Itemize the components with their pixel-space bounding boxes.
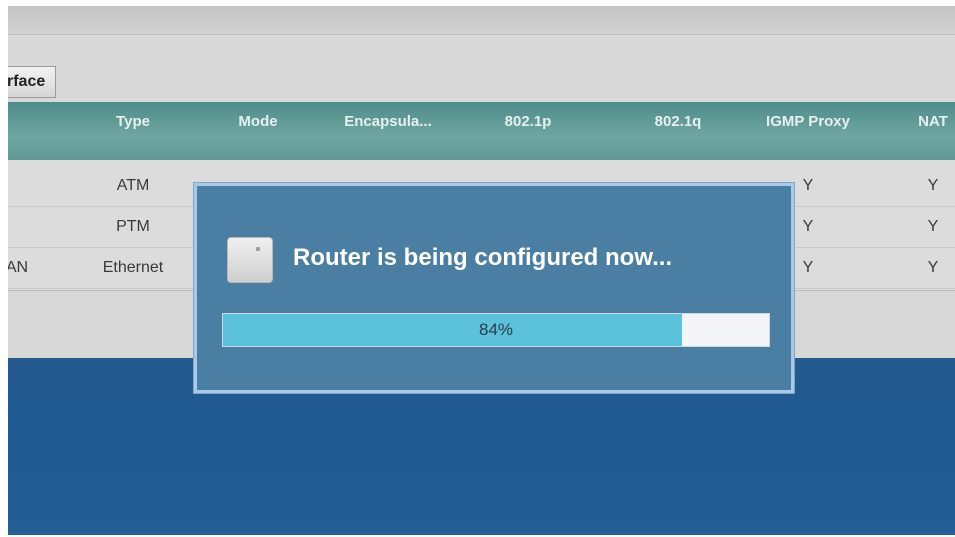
router-led-dot	[256, 247, 260, 251]
row-nat: Y	[927, 218, 939, 235]
progress-label: 84%	[478, 320, 514, 339]
column-header-8021p: 802.1p	[504, 113, 552, 130]
row-type: Ethernet	[102, 259, 164, 276]
top-bar	[8, 6, 955, 35]
row-type: PTM	[116, 218, 150, 235]
wan-table-header: Type Mode Encapsula... 802.1p 802.1q IGM…	[8, 102, 955, 160]
column-header-nat: NAT	[918, 113, 948, 130]
router-device-icon	[227, 237, 273, 283]
column-header-igmp-proxy: IGMP Proxy	[766, 113, 850, 130]
row-name	[8, 166, 38, 206]
column-header-name	[8, 102, 58, 142]
column-header-encapsulation: Encapsula...	[344, 113, 432, 130]
configuring-dialog: Router is being configured now... 84%	[194, 183, 794, 393]
router-config-page: rface Type Mode Encapsula... 802.1p 802.…	[8, 6, 955, 535]
interface-tab-label: rface	[8, 73, 46, 90]
progress-bar: 84%	[222, 313, 770, 347]
row-name	[8, 207, 38, 247]
row-type: ATM	[116, 177, 150, 194]
column-header-mode: Mode	[238, 113, 278, 130]
row-name: AN	[8, 259, 29, 276]
dialog-message: Router is being configured now...	[293, 244, 673, 271]
row-nat: Y	[927, 259, 939, 276]
column-header-type: Type	[116, 113, 150, 130]
column-header-8021q: 802.1q	[654, 113, 702, 130]
interface-tab[interactable]: rface	[8, 66, 57, 98]
row-nat: Y	[927, 177, 939, 194]
